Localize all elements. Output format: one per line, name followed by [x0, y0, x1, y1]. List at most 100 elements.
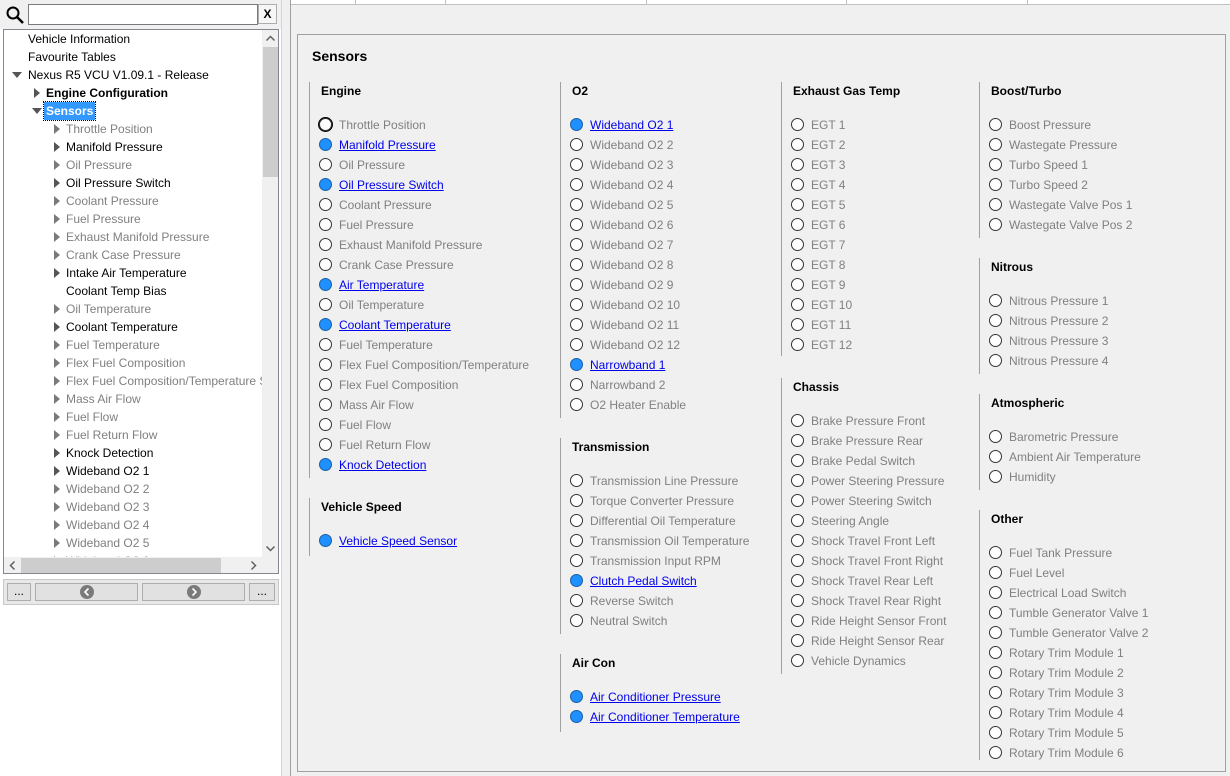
radio-unchecked-icon[interactable]	[319, 238, 332, 251]
radio-unchecked-icon[interactable]	[989, 430, 1002, 443]
radio-unchecked-icon[interactable]	[791, 494, 804, 507]
radio-unchecked-icon[interactable]	[570, 514, 583, 527]
radio-unchecked-icon[interactable]	[791, 534, 804, 547]
expand-arrow-icon[interactable]	[52, 444, 62, 462]
sensor-link[interactable]: Narrowband 1	[590, 357, 665, 373]
expand-arrow-icon[interactable]	[52, 534, 62, 552]
radio-unchecked-icon[interactable]	[791, 158, 804, 171]
radio-unchecked-icon[interactable]	[791, 238, 804, 251]
expand-arrow-icon[interactable]	[52, 228, 62, 246]
radio-unchecked-icon[interactable]	[989, 726, 1002, 739]
radio-unchecked-icon[interactable]	[791, 258, 804, 271]
radio-unchecked-icon[interactable]	[989, 138, 1002, 151]
expand-arrow-icon[interactable]	[52, 174, 62, 192]
radio-unchecked-icon[interactable]	[319, 398, 332, 411]
radio-unchecked-icon[interactable]	[989, 706, 1002, 719]
radio-unchecked-icon[interactable]	[319, 358, 332, 371]
expand-arrow-icon[interactable]	[52, 354, 62, 372]
sensor-link[interactable]: Knock Detection	[339, 457, 426, 473]
expand-arrow-icon[interactable]	[52, 498, 62, 516]
radio-unchecked-icon[interactable]	[989, 334, 1002, 347]
radio-unchecked-icon[interactable]	[319, 118, 332, 131]
back-button[interactable]	[35, 583, 138, 601]
radio-unchecked-icon[interactable]	[570, 614, 583, 627]
radio-unchecked-icon[interactable]	[989, 586, 1002, 599]
radio-unchecked-icon[interactable]	[319, 298, 332, 311]
radio-checked-icon[interactable]	[319, 178, 332, 191]
sensor-link[interactable]: Air Temperature	[339, 277, 424, 293]
scroll-left-icon[interactable]	[4, 557, 21, 574]
radio-unchecked-icon[interactable]	[791, 198, 804, 211]
radio-checked-icon[interactable]	[319, 278, 332, 291]
radio-unchecked-icon[interactable]	[319, 438, 332, 451]
radio-unchecked-icon[interactable]	[319, 218, 332, 231]
expand-arrow-icon[interactable]	[32, 84, 42, 102]
radio-checked-icon[interactable]	[319, 318, 332, 331]
radio-unchecked-icon[interactable]	[989, 450, 1002, 463]
vertical-scroll-thumb[interactable]	[263, 47, 278, 177]
horizontal-scrollbar[interactable]	[4, 557, 262, 574]
radio-unchecked-icon[interactable]	[989, 546, 1002, 559]
radio-unchecked-icon[interactable]	[319, 258, 332, 271]
radio-unchecked-icon[interactable]	[791, 178, 804, 191]
radio-unchecked-icon[interactable]	[791, 574, 804, 587]
radio-unchecked-icon[interactable]	[791, 318, 804, 331]
radio-unchecked-icon[interactable]	[791, 298, 804, 311]
radio-unchecked-icon[interactable]	[791, 454, 804, 467]
radio-checked-icon[interactable]	[570, 710, 583, 723]
radio-unchecked-icon[interactable]	[791, 278, 804, 291]
radio-unchecked-icon[interactable]	[989, 198, 1002, 211]
search-input[interactable]	[28, 4, 258, 25]
radio-unchecked-icon[interactable]	[791, 514, 804, 527]
sensor-link[interactable]: Air Conditioner Temperature	[590, 709, 740, 725]
radio-unchecked-icon[interactable]	[791, 118, 804, 131]
radio-unchecked-icon[interactable]	[570, 138, 583, 151]
radio-unchecked-icon[interactable]	[570, 474, 583, 487]
radio-unchecked-icon[interactable]	[989, 178, 1002, 191]
expand-arrow-icon[interactable]	[52, 336, 62, 354]
expand-arrow-icon[interactable]	[52, 264, 62, 282]
radio-unchecked-icon[interactable]	[989, 294, 1002, 307]
radio-checked-icon[interactable]	[570, 690, 583, 703]
radio-unchecked-icon[interactable]	[570, 178, 583, 191]
expand-arrow-icon[interactable]	[52, 372, 62, 390]
expand-arrow-icon[interactable]	[52, 246, 62, 264]
radio-unchecked-icon[interactable]	[570, 534, 583, 547]
scroll-up-icon[interactable]	[262, 30, 279, 47]
pane-splitter[interactable]	[281, 0, 291, 776]
expand-arrow-icon[interactable]	[52, 426, 62, 444]
radio-unchecked-icon[interactable]	[570, 158, 583, 171]
radio-checked-icon[interactable]	[319, 534, 332, 547]
radio-unchecked-icon[interactable]	[570, 238, 583, 251]
radio-unchecked-icon[interactable]	[791, 434, 804, 447]
radio-unchecked-icon[interactable]	[570, 198, 583, 211]
radio-unchecked-icon[interactable]	[989, 118, 1002, 131]
expand-arrow-icon[interactable]	[52, 138, 62, 156]
radio-unchecked-icon[interactable]	[570, 398, 583, 411]
radio-unchecked-icon[interactable]	[319, 198, 332, 211]
forward-button[interactable]	[142, 583, 245, 601]
radio-unchecked-icon[interactable]	[989, 646, 1002, 659]
radio-unchecked-icon[interactable]	[570, 278, 583, 291]
sensor-link[interactable]: Clutch Pedal Switch	[590, 573, 697, 589]
radio-unchecked-icon[interactable]	[791, 138, 804, 151]
sensor-link[interactable]: Vehicle Speed Sensor	[339, 533, 457, 549]
expand-arrow-icon[interactable]	[52, 156, 62, 174]
radio-unchecked-icon[interactable]	[989, 470, 1002, 483]
expand-arrow-icon[interactable]	[52, 408, 62, 426]
radio-unchecked-icon[interactable]	[570, 594, 583, 607]
radio-checked-icon[interactable]	[570, 574, 583, 587]
radio-unchecked-icon[interactable]	[989, 626, 1002, 639]
radio-unchecked-icon[interactable]	[791, 634, 804, 647]
radio-unchecked-icon[interactable]	[570, 554, 583, 567]
expand-arrow-icon[interactable]	[52, 210, 62, 228]
expand-arrow-icon[interactable]	[52, 390, 62, 408]
sensor-link[interactable]: Manifold Pressure	[339, 137, 436, 153]
scroll-right-icon[interactable]	[245, 557, 262, 574]
expand-arrow-icon[interactable]	[52, 480, 62, 498]
radio-unchecked-icon[interactable]	[570, 218, 583, 231]
radio-unchecked-icon[interactable]	[319, 418, 332, 431]
scroll-down-icon[interactable]	[262, 540, 279, 557]
radio-unchecked-icon[interactable]	[570, 318, 583, 331]
radio-unchecked-icon[interactable]	[319, 378, 332, 391]
